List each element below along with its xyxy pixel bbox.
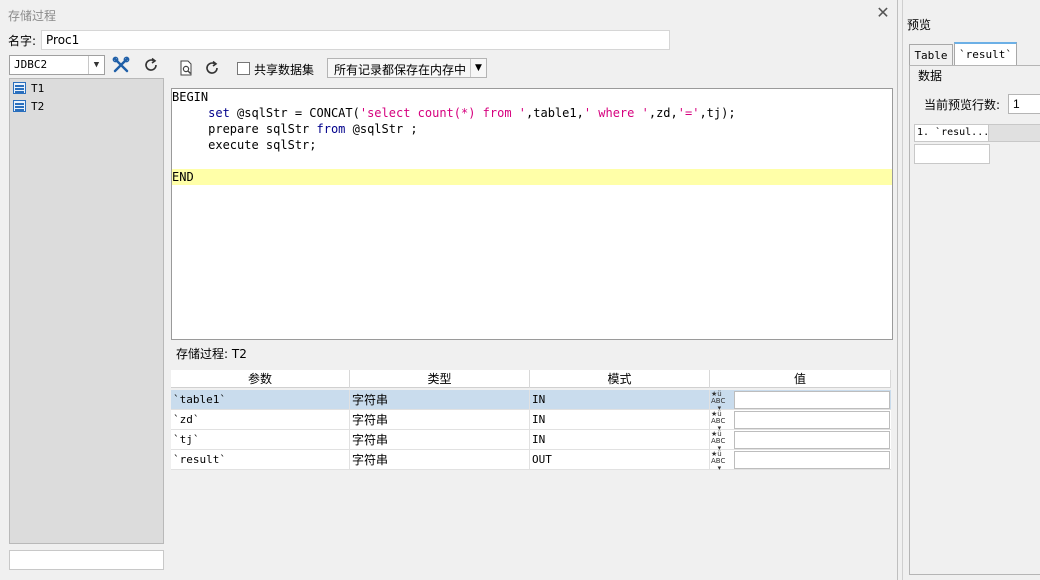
param-name: `tj` — [171, 430, 350, 450]
preview-rows-input[interactable] — [1008, 94, 1040, 114]
param-mode: IN — [530, 390, 710, 410]
table-icon — [13, 82, 26, 94]
value-type-icon[interactable]: ★ü ABC ▾ — [711, 411, 732, 432]
param-name: `zd` — [171, 410, 350, 430]
procedure-label: 存储过程: T2 — [176, 347, 247, 361]
sql-editor[interactable]: BEGIN set @sqlStr = CONCAT('select count… — [171, 88, 893, 340]
param-type: 字符串 — [350, 410, 530, 430]
refresh-icon — [145, 57, 157, 71]
chevron-down-icon: ▼ — [88, 56, 104, 74]
preview-panel: 预览 Table `result` 数据 当前预览行数: 1. `resul..… — [902, 0, 1040, 580]
tree-item-t1[interactable]: T1 — [13, 81, 44, 97]
param-value-input[interactable] — [734, 391, 890, 409]
code-line-6: END — [172, 169, 892, 185]
preview-grid-header: 1. `resul... — [914, 124, 1040, 142]
header-value[interactable]: 值 — [710, 370, 891, 388]
filter-input[interactable] — [9, 550, 164, 570]
name-input[interactable] — [41, 30, 670, 50]
share-dataset-checkbox[interactable] — [237, 62, 250, 75]
param-mode: OUT — [530, 450, 710, 470]
param-mode: IN — [530, 430, 710, 450]
table-tree: T1 T2 — [9, 78, 164, 544]
refresh-icon — [206, 60, 218, 74]
params-header: 参数 类型 模式 值 — [171, 370, 891, 388]
name-label: 名字: — [8, 34, 37, 48]
value-type-icon[interactable]: ★ü ABC ▾ — [711, 451, 732, 472]
tree-item-t2[interactable]: T2 — [13, 99, 44, 115]
header-param[interactable]: 参数 — [171, 370, 350, 388]
preview-cell — [914, 144, 990, 164]
refresh-tree-button[interactable] — [141, 55, 161, 75]
header-mode[interactable]: 模式 — [530, 370, 710, 388]
code-line-3: prepare sqlStr from @sqlStr ; — [172, 122, 418, 136]
preview-tabs: Table `result` — [909, 42, 1040, 66]
param-value-input[interactable] — [734, 431, 890, 449]
tab-result[interactable]: `result` — [954, 42, 1017, 65]
preview-doc-icon — [180, 60, 192, 76]
param-type: 字符串 — [350, 390, 530, 410]
param-value-input[interactable] — [734, 451, 890, 469]
tree-item-label: T2 — [31, 100, 45, 113]
tree-item-label: T1 — [31, 82, 45, 95]
table-icon — [13, 100, 26, 112]
close-icon[interactable]: ✕ — [874, 4, 892, 22]
dialog-title: 存储过程 — [8, 9, 57, 23]
preview-title: 预览 — [907, 18, 932, 32]
table-row[interactable]: `result` 字符串 OUT ★ü ABC ▾ — [171, 450, 891, 472]
param-name: `table1` — [171, 390, 350, 410]
memory-mode-select[interactable]: 所有记录都保存在内存中 ▼ — [327, 58, 487, 78]
preview-body: 数据 当前预览行数: 1. `resul... — [909, 65, 1040, 575]
share-dataset-label: 共享数据集 — [254, 63, 315, 77]
preview-rows-label: 当前预览行数: — [924, 98, 1001, 112]
value-type-icon[interactable]: ★ü ABC ▾ — [711, 391, 732, 412]
refresh-button[interactable] — [202, 58, 222, 78]
param-type: 字符串 — [350, 430, 530, 450]
connection-settings-button[interactable] — [111, 55, 131, 75]
table-row[interactable]: `zd` 字符串 IN ★ü ABC ▾ — [171, 410, 891, 432]
header-type[interactable]: 类型 — [350, 370, 530, 388]
value-type-icon[interactable]: ★ü ABC ▾ — [711, 431, 732, 452]
left-panel: JDBC2 ▼ T1 T2 — [7, 53, 167, 573]
param-mode: IN — [530, 410, 710, 430]
data-group-label: 数据 — [916, 67, 945, 84]
preview-column-header[interactable]: 1. `resul... — [915, 125, 989, 141]
table-row[interactable]: `tj` 字符串 IN ★ü ABC ▾ — [171, 430, 891, 452]
param-value-input[interactable] — [734, 411, 890, 429]
connection-select[interactable]: JDBC2 ▼ — [9, 55, 105, 75]
table-row[interactable]: `table1` 字符串 IN ★ü ABC ▾ — [171, 390, 891, 412]
code-line-4: execute sqlStr; — [172, 138, 317, 152]
tools-icon — [112, 56, 130, 73]
tab-table[interactable]: Table — [909, 44, 953, 65]
params-table: 参数 类型 模式 值 `table1` 字符串 IN ★ü ABC ▾ `zd` … — [171, 370, 893, 570]
connection-value: JDBC2 — [14, 58, 48, 71]
preview-button[interactable] — [176, 58, 196, 78]
memory-mode-value: 所有记录都保存在内存中 — [334, 63, 467, 77]
code-line-2: set @sqlStr = CONCAT('select count(*) fr… — [172, 106, 736, 120]
code-line-1: BEGIN — [172, 90, 209, 104]
param-type: 字符串 — [350, 450, 530, 470]
param-name: `result` — [171, 450, 350, 470]
chevron-down-icon: ▼ — [470, 59, 486, 77]
editor-toolbar: 共享数据集 所有记录都保存在内存中 ▼ — [172, 56, 894, 80]
stored-procedure-dialog: 存储过程 ✕ 名字: JDBC2 ▼ T1 T2 — [0, 0, 898, 580]
